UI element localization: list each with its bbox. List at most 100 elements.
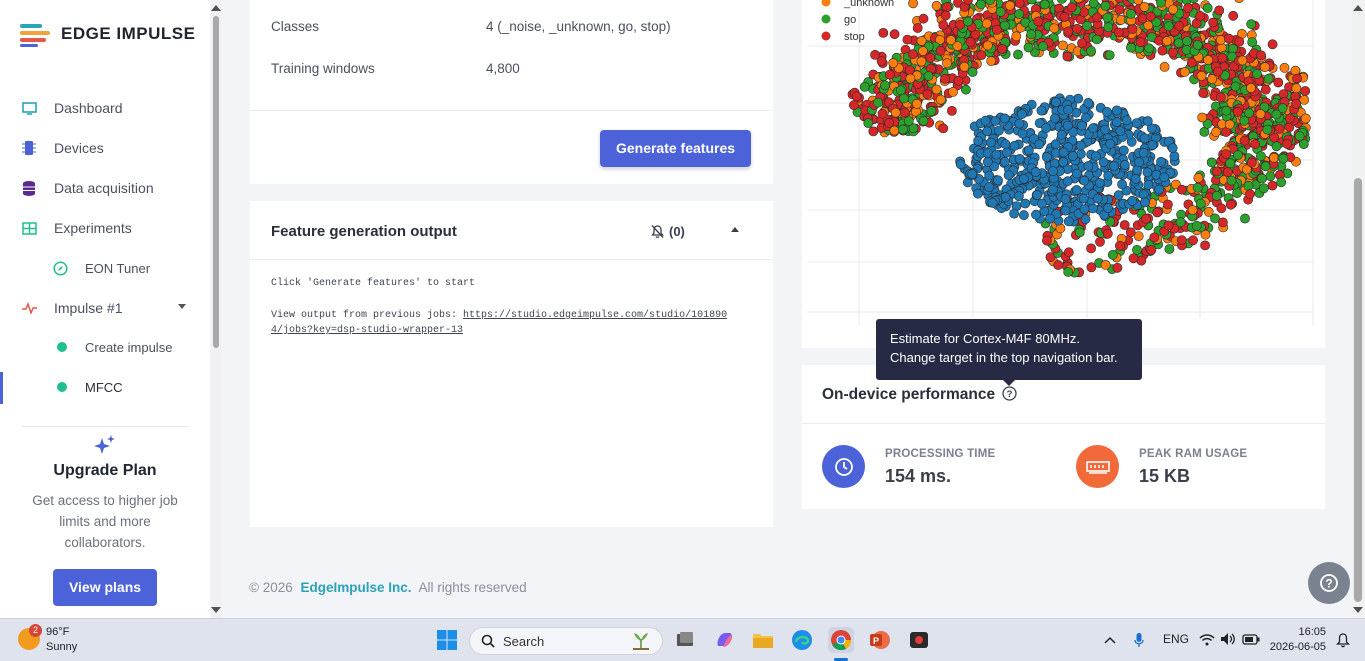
scatter-point bbox=[973, 135, 984, 146]
scatter-point bbox=[1147, 140, 1158, 150]
scatter-point bbox=[1274, 123, 1285, 134]
windows-start-icon[interactable] bbox=[434, 627, 460, 653]
notifications-bell-icon[interactable] bbox=[1336, 633, 1350, 648]
scatter-point bbox=[1039, 0, 1050, 10]
sidebar-item-mfcc[interactable]: MFCC bbox=[0, 371, 210, 403]
peak-ram-value: 15 KB bbox=[1139, 466, 1191, 486]
footer-company-link[interactable]: EdgeImpulse Inc. bbox=[301, 580, 412, 595]
scatter-point bbox=[963, 16, 973, 27]
scatter-point bbox=[1140, 197, 1150, 208]
scatter-point bbox=[1260, 84, 1271, 95]
scroll-up-arrow-icon[interactable] bbox=[1353, 5, 1363, 11]
logo[interactable]: EDGE IMPULSE bbox=[20, 22, 195, 47]
scatter-point bbox=[1057, 0, 1067, 4]
scatter-point bbox=[1181, 45, 1192, 55]
powerpoint-icon[interactable]: P bbox=[867, 627, 893, 653]
scroll-up-arrow-icon[interactable] bbox=[211, 5, 221, 11]
notifications-toggle[interactable]: (0) bbox=[650, 224, 685, 239]
scatter-point bbox=[1079, 175, 1090, 186]
feature-explorer-scatter[interactable]: _unknown go stop bbox=[802, 0, 1325, 340]
previous-jobs-link[interactable]: https://studio.edgeimpulse.com/studio/10… bbox=[463, 310, 727, 321]
scatter-point bbox=[1100, 1, 1111, 11]
screen-recorder-icon[interactable] bbox=[906, 627, 932, 653]
scatter-point bbox=[999, 113, 1010, 124]
upgrade-text: Get access to higher job limits and more… bbox=[32, 493, 178, 550]
scatter-point bbox=[1050, 139, 1061, 150]
scroll-down-arrow-icon[interactable] bbox=[1353, 607, 1363, 613]
scatter-point bbox=[1082, 20, 1092, 31]
scatter-point bbox=[1127, 195, 1138, 206]
edge-browser-icon[interactable] bbox=[789, 627, 815, 653]
scatter-point bbox=[1162, 36, 1172, 46]
scatter-point bbox=[1079, 204, 1090, 214]
scatter-point bbox=[1145, 11, 1156, 22]
scatter-point bbox=[1267, 180, 1278, 191]
scatter-point bbox=[918, 46, 928, 56]
sidebar-item-data-acquisition[interactable]: Data acquisition bbox=[0, 172, 210, 204]
previous-jobs-link-continued[interactable]: 4/jobs?key=dsp-studio-wrapper-13 bbox=[271, 325, 463, 336]
scatter-point bbox=[940, 73, 950, 84]
scatter-point bbox=[888, 58, 899, 68]
scatter-point bbox=[1131, 118, 1142, 128]
microphone-icon[interactable] bbox=[1134, 632, 1144, 648]
sidebar-item-impulse[interactable]: Impulse #1 bbox=[0, 292, 210, 324]
scatter-point bbox=[1163, 21, 1174, 32]
on-device-performance-card: On-device performance ? PROCESSING TIME … bbox=[802, 365, 1325, 509]
taskbar-search[interactable]: Search bbox=[469, 627, 663, 655]
sidebar-item-eon-tuner[interactable]: EON Tuner bbox=[0, 252, 210, 284]
scatter-point bbox=[1038, 41, 1048, 52]
sidebar-item-devices[interactable]: Devices bbox=[0, 132, 210, 164]
scatter-point bbox=[1063, 26, 1074, 37]
main-scrollbar-thumb[interactable] bbox=[1354, 178, 1362, 602]
output-line-previous-jobs: View output from previous jobs: https://… bbox=[271, 308, 741, 338]
scatter-point bbox=[918, 13, 929, 24]
scatter-point bbox=[1118, 145, 1129, 156]
task-view-icon[interactable] bbox=[672, 627, 698, 653]
language-indicator[interactable]: ENG bbox=[1163, 632, 1189, 646]
scatter-point bbox=[1032, 190, 1043, 200]
scatter-point bbox=[1212, 66, 1223, 77]
scatter-point bbox=[1134, 157, 1144, 168]
view-plans-button[interactable]: View plans bbox=[53, 569, 157, 606]
weather-temperature[interactable]: 96°F bbox=[46, 626, 69, 638]
battery-icon[interactable] bbox=[1242, 634, 1260, 645]
scatter-point bbox=[1100, 259, 1111, 270]
scatter-point bbox=[1260, 62, 1270, 72]
wifi-icon[interactable] bbox=[1199, 633, 1215, 646]
feature-explorer-card: _unknown go stop bbox=[802, 0, 1325, 348]
clock-time[interactable]: 16:05 bbox=[1272, 626, 1326, 638]
file-explorer-icon[interactable] bbox=[750, 627, 776, 653]
generate-features-button[interactable]: Generate features bbox=[600, 130, 751, 167]
sidebar-item-experiments[interactable]: Experiments bbox=[0, 212, 210, 244]
scroll-down-arrow-icon[interactable] bbox=[211, 607, 221, 613]
scatter-point bbox=[931, 84, 942, 95]
svg-text:?: ? bbox=[1007, 389, 1013, 400]
scatter-point bbox=[1230, 81, 1241, 92]
sidebar-item-create-impulse[interactable]: Create impulse bbox=[0, 331, 210, 363]
scatter-point bbox=[1033, 16, 1044, 27]
help-button[interactable]: ? bbox=[1308, 562, 1350, 604]
scatter-point bbox=[1162, 199, 1173, 210]
scatter-point bbox=[982, 148, 993, 158]
scatter-point bbox=[898, 124, 908, 135]
scatter-point bbox=[1083, 98, 1094, 108]
scatter-point bbox=[1063, 216, 1074, 227]
help-circle-icon[interactable]: ? bbox=[1002, 386, 1017, 401]
collapse-caret-icon[interactable] bbox=[731, 227, 739, 232]
footer: © 2026 EdgeImpulse Inc. All rights reser… bbox=[249, 580, 527, 595]
upgrade-title: Upgrade Plan bbox=[53, 462, 157, 479]
sidebar-item-dashboard[interactable]: Dashboard bbox=[0, 92, 210, 124]
scatter-point bbox=[912, 23, 923, 33]
divider bbox=[250, 259, 773, 260]
chevron-up-icon[interactable] bbox=[1104, 636, 1116, 644]
scatter-point bbox=[1250, 139, 1260, 150]
sidebar-scrollbar-thumb[interactable] bbox=[213, 16, 219, 348]
scatter-point bbox=[1088, 0, 1099, 9]
monitor-icon bbox=[21, 100, 37, 116]
chevron-down-icon[interactable] bbox=[178, 304, 186, 309]
volume-icon[interactable] bbox=[1220, 632, 1236, 646]
clock-date[interactable]: 2026-06-05 bbox=[1266, 641, 1326, 653]
chrome-browser-icon[interactable] bbox=[828, 627, 854, 653]
scatter-point bbox=[1095, 236, 1105, 247]
copilot-icon[interactable] bbox=[711, 627, 737, 653]
